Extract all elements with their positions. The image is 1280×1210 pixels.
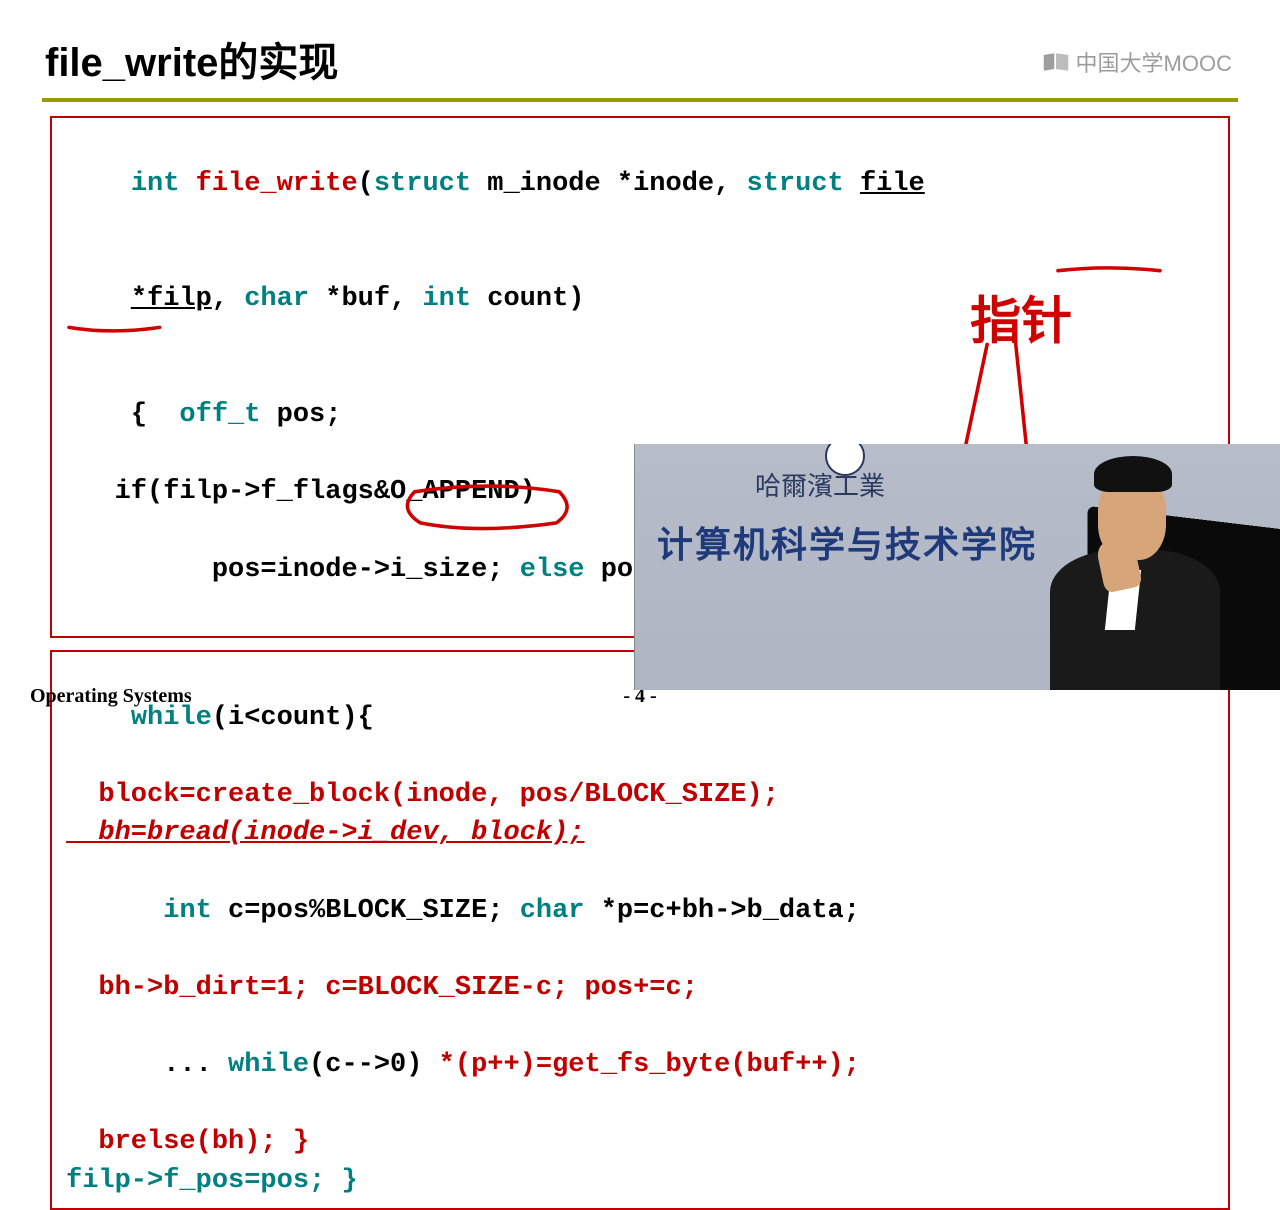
kw-else: else xyxy=(520,555,585,585)
txt xyxy=(844,169,860,199)
pip-lecturer xyxy=(1010,460,1220,690)
paren: ( xyxy=(358,169,374,199)
l5a: pos=inode->i_size; xyxy=(131,555,520,585)
l5: bh->b_dirt=1; c=BLOCK_SIZE-c; pos+=c; xyxy=(66,973,698,1003)
l6c: (c-->0) xyxy=(309,1050,439,1080)
brace: { xyxy=(131,400,180,430)
txt: pos; xyxy=(260,400,341,430)
txt: m_inode *inode, xyxy=(471,169,746,199)
txt: *p=c+bh->b_data; xyxy=(585,896,860,926)
kw-char2: char xyxy=(520,896,585,926)
txt: , xyxy=(212,284,244,314)
title-divider xyxy=(42,98,1238,102)
pad xyxy=(131,896,163,926)
pip-institution: 哈爾濱工業 xyxy=(755,466,885,503)
footer-left: Operating Systems xyxy=(30,685,192,708)
book-icon xyxy=(1042,51,1070,73)
mooc-logo: 中国大学MOOC xyxy=(1042,46,1232,78)
kw-while2: while xyxy=(228,1050,309,1080)
l3: bh=bread(inode->i_dev, block); xyxy=(66,818,584,848)
l8: filp->f_pos=pos; } xyxy=(66,1166,358,1196)
filp-ul: *filp xyxy=(131,284,212,314)
l7: brelse(bh); } xyxy=(66,1127,309,1157)
lecturer-video: 哈爾濱工業 计算机科学与技术学院 xyxy=(634,444,1280,690)
file-ul: file xyxy=(860,169,925,199)
l6a: ... xyxy=(131,1050,228,1080)
line4: if(filp->f_flags&O_APPEND) xyxy=(66,477,536,507)
kw-int: int xyxy=(131,169,196,199)
kw-struct2: struct xyxy=(747,169,844,199)
txt: (i<count){ xyxy=(212,703,374,733)
kw-int2: int xyxy=(422,284,471,314)
fn-name: file_write xyxy=(196,169,358,199)
txt: count) xyxy=(471,284,584,314)
l2: block=create_block(inode, pos/BLOCK_SIZE… xyxy=(66,780,779,810)
l6d: *(p++)=get_fs_byte(buf++); xyxy=(439,1050,860,1080)
kw-offt: off_t xyxy=(179,400,260,430)
kw-char: char xyxy=(244,284,309,314)
txt: *buf, xyxy=(309,284,422,314)
kw-int3: int xyxy=(163,896,212,926)
txt: c=pos%BLOCK_SIZE; xyxy=(212,896,520,926)
pip-department: 计算机科学与技术学院 xyxy=(657,516,1037,568)
mooc-text: 中国大学MOOC xyxy=(1076,46,1232,78)
code-box-body: while (i<count){ block=create_block(inode… xyxy=(50,650,1230,1210)
kw-struct1: struct xyxy=(374,169,471,199)
